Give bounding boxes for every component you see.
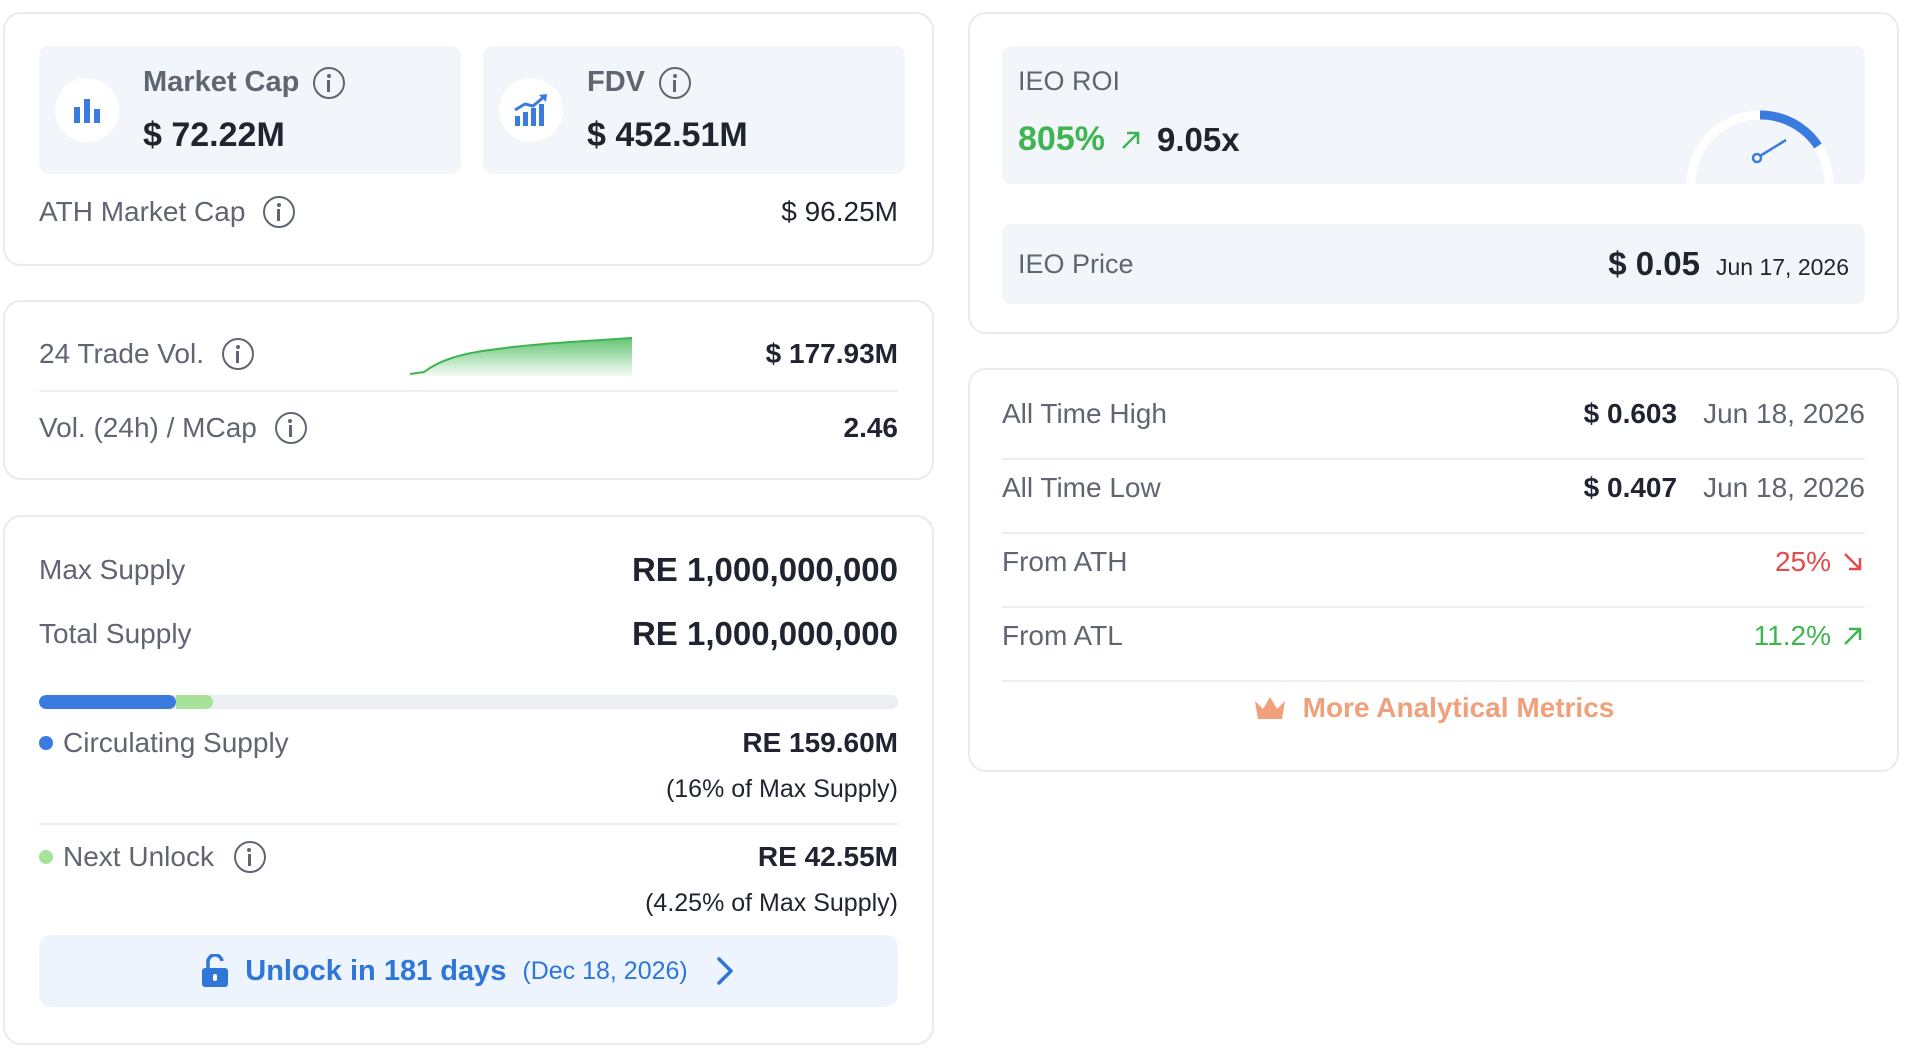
info-icon[interactable] xyxy=(263,196,296,228)
from-ath-value: 25% xyxy=(1774,546,1831,577)
all-time-low-row: All Time Low $ 0.407 Jun 18, 2026 xyxy=(1002,472,1865,504)
all-time-low-label: All Time Low xyxy=(1002,472,1161,503)
vol-mcap-value: 2.46 xyxy=(843,412,899,443)
supply-progress-bar xyxy=(39,695,898,709)
ath-market-cap-label: ATH Market Cap xyxy=(39,196,246,227)
divider xyxy=(1002,606,1865,608)
arrow-up-right-icon xyxy=(1122,131,1140,149)
all-time-high-label: All Time High xyxy=(1002,398,1167,429)
info-icon[interactable] xyxy=(233,841,266,873)
market-cap-card: Market Cap $ 72.22M FDV $ 452.51M ATH Ma… xyxy=(3,12,934,266)
next-unlock-label: Next Unlock xyxy=(63,841,214,872)
circulating-value: RE 159.60M xyxy=(742,727,898,758)
bar-chart-icon xyxy=(55,78,119,142)
volume-sparkline xyxy=(410,337,632,376)
ieo-roi-box: IEO ROI 805% 9.05x xyxy=(1002,46,1865,184)
vol-mcap-row: Vol. (24h) / MCap 2.46 xyxy=(39,412,898,444)
growth-chart-icon xyxy=(499,78,563,142)
ieo-roi-multiple: 9.05x xyxy=(1156,120,1240,158)
info-icon[interactable] xyxy=(222,338,255,370)
next-unlock-dot xyxy=(39,850,53,864)
from-ath-label: From ATH xyxy=(1002,546,1128,577)
chevron-right-icon xyxy=(717,957,733,985)
unlock-countdown-text: Unlock in 181 days xyxy=(245,954,507,987)
unlock-countdown-button[interactable]: Unlock in 181 days (Dec 18, 2026) xyxy=(39,935,898,1007)
fdv-label: FDV xyxy=(587,66,691,99)
market-cap-box: Market Cap $ 72.22M xyxy=(39,46,461,174)
ath-market-cap-row: ATH Market Cap $ 96.25M xyxy=(39,196,898,228)
from-atl-label: From ATL xyxy=(1002,620,1123,651)
max-supply-row: Max Supply RE 1,000,000,000 xyxy=(39,551,898,589)
next-unlock-value: RE 42.55M xyxy=(757,841,898,872)
all-time-low-value: $ 0.407 xyxy=(1583,472,1678,503)
ieo-price-value: $ 0.05 xyxy=(1608,245,1700,282)
from-atl-row: From ATL 11.2% xyxy=(1002,620,1865,652)
max-supply-value: RE 1,000,000,000 xyxy=(631,551,898,588)
trade-volume-value: $ 177.93M xyxy=(765,338,898,369)
ieo-roi-label: IEO ROI xyxy=(1018,66,1121,96)
circulating-label: Circulating Supply xyxy=(63,727,289,758)
max-supply-label: Max Supply xyxy=(39,554,186,585)
from-ath-row: From ATH 25% xyxy=(1002,546,1865,578)
fdv-value: $ 452.51M xyxy=(587,116,748,154)
divider xyxy=(1002,680,1865,682)
unlock-date: (Dec 18, 2026) xyxy=(522,956,688,985)
unlock-fill xyxy=(176,695,213,709)
more-analytical-metrics-link[interactable]: More Analytical Metrics xyxy=(970,692,1897,724)
circulating-sub: (16% of Max Supply) xyxy=(665,775,898,803)
more-analytical-metrics-label: More Analytical Metrics xyxy=(1302,692,1615,723)
market-cap-title: Market Cap xyxy=(143,66,300,98)
ieo-roi-percent: 805% xyxy=(1018,120,1105,158)
all-time-high-date: Jun 18, 2026 xyxy=(1703,398,1865,429)
ath-market-cap-value: $ 96.25M xyxy=(781,196,898,227)
ieo-price-box: IEO Price $ 0.05 Jun 17, 2026 xyxy=(1002,224,1865,304)
total-supply-value: RE 1,000,000,000 xyxy=(631,615,898,652)
divider xyxy=(1002,532,1865,534)
arrow-down-right-icon xyxy=(1844,553,1862,571)
all-time-low-date: Jun 18, 2026 xyxy=(1703,472,1865,503)
volume-card: 24 Trade Vol. $ 177.93M Vol. (24h) / MCa… xyxy=(3,300,934,480)
arrow-up-right-icon xyxy=(1844,627,1862,645)
ieo-price-label: IEO Price xyxy=(1018,248,1134,279)
circulating-fill xyxy=(39,695,177,709)
all-time-high-row: All Time High $ 0.603 Jun 18, 2026 xyxy=(1002,398,1865,430)
lock-icon xyxy=(202,954,229,987)
ath-card: All Time High $ 0.603 Jun 18, 2026 All T… xyxy=(968,368,1899,772)
supply-card: Max Supply RE 1,000,000,000 Total Supply… xyxy=(3,515,934,1045)
divider xyxy=(39,390,898,392)
divider xyxy=(1002,458,1865,460)
divider xyxy=(39,823,898,825)
next-unlock-row: Next Unlock RE 42.55M xyxy=(39,841,898,873)
fdv-title: FDV xyxy=(587,66,645,98)
from-atl-value: 11.2% xyxy=(1753,620,1831,651)
market-cap-label: Market Cap xyxy=(143,66,346,99)
info-icon[interactable] xyxy=(659,66,691,99)
all-time-high-value: $ 0.603 xyxy=(1583,398,1678,429)
total-supply-row: Total Supply RE 1,000,000,000 xyxy=(39,615,898,653)
trade-volume-label: 24 Trade Vol. xyxy=(39,338,205,369)
info-icon[interactable] xyxy=(274,412,307,444)
market-cap-value: $ 72.22M xyxy=(143,116,285,154)
total-supply-label: Total Supply xyxy=(39,618,192,649)
next-unlock-sub: (4.25% of Max Supply) xyxy=(645,889,898,917)
vol-mcap-label: Vol. (24h) / MCap xyxy=(39,412,257,443)
roi-gauge-icon xyxy=(1686,110,1834,184)
circulating-row: Circulating Supply RE 159.60M xyxy=(39,727,898,759)
ieo-price-date: Jun 17, 2026 xyxy=(1715,254,1849,280)
fdv-box: FDV $ 452.51M xyxy=(483,46,905,174)
crown-icon xyxy=(1254,697,1285,719)
ieo-card: IEO ROI 805% 9.05x IEO Price $ 0.05 Jun … xyxy=(968,12,1899,334)
info-icon[interactable] xyxy=(313,66,346,99)
circulating-dot xyxy=(39,736,53,750)
